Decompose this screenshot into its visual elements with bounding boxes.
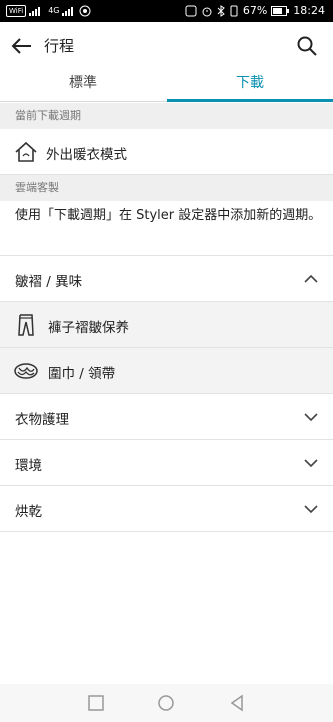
alarm-icon bbox=[202, 7, 212, 16]
signal-icon-2 bbox=[62, 7, 74, 16]
subitem-scarf[interactable]: 圍巾 / 領帶 bbox=[0, 348, 333, 394]
page-title: 行程 bbox=[44, 37, 75, 55]
subitem-pants[interactable]: 褲子褶皺保养 bbox=[0, 302, 333, 348]
home-icon[interactable] bbox=[157, 694, 175, 712]
vibrate-icon bbox=[230, 5, 238, 16]
category-wrinkle-odor[interactable]: 皺褶 / 異味 bbox=[0, 256, 333, 302]
category-label: 衣物護理 bbox=[15, 412, 69, 428]
tab-download[interactable]: 下載 bbox=[167, 68, 333, 102]
chevron-down-icon[interactable] bbox=[303, 501, 319, 517]
cloud-description: 使用「下載週期」在 Styler 設定器中添加新的週期。 bbox=[15, 208, 322, 223]
nfc-icon bbox=[185, 5, 197, 16]
category-label: 皺褶 / 異味 bbox=[15, 274, 83, 290]
network-type: 4G bbox=[48, 6, 60, 15]
system-nav-bar bbox=[0, 684, 333, 722]
current-cycle-label: 外出暖衣模式 bbox=[46, 147, 127, 163]
chevron-down-icon[interactable] bbox=[303, 455, 319, 471]
wifi-call-indicator: WiFi bbox=[6, 4, 27, 17]
category-label: 烘乾 bbox=[15, 504, 42, 520]
tab-standard[interactable]: 標準 bbox=[0, 68, 166, 102]
house-icon bbox=[15, 141, 37, 162]
cloud-custom-header: 雲端客製 bbox=[0, 175, 333, 201]
chevron-down-icon[interactable] bbox=[303, 409, 319, 425]
back-arrow-icon[interactable] bbox=[10, 34, 34, 58]
current-cycle-item[interactable]: 外出暖衣模式 bbox=[0, 129, 333, 175]
hotspot-icon bbox=[79, 5, 91, 16]
selected-tab-indicator bbox=[167, 99, 333, 102]
current-cycle-header: 當前下載週期 bbox=[0, 103, 333, 129]
category-drying[interactable]: 烘乾 bbox=[0, 486, 333, 532]
scarf-icon bbox=[14, 363, 38, 379]
back-nav-icon[interactable] bbox=[228, 694, 246, 712]
chevron-up-icon[interactable] bbox=[303, 271, 319, 287]
pants-icon bbox=[18, 314, 34, 336]
battery-icon bbox=[271, 5, 290, 16]
subitem-label: 褲子褶皺保养 bbox=[48, 320, 129, 336]
battery-percent: 67% bbox=[242, 4, 268, 17]
category-environment[interactable]: 環境 bbox=[0, 440, 333, 486]
bluetooth-icon bbox=[217, 4, 225, 17]
subitem-label: 圍巾 / 領帶 bbox=[48, 366, 116, 382]
category-label: 環境 bbox=[15, 458, 42, 474]
signal-icon bbox=[29, 7, 41, 16]
clock: 18:24 bbox=[293, 4, 325, 17]
recent-apps-icon[interactable] bbox=[87, 694, 105, 712]
status-bar: WiFi 4G 67% 18:24 bbox=[0, 0, 333, 22]
search-icon[interactable] bbox=[295, 34, 319, 58]
app-bar: 行程 bbox=[0, 22, 333, 68]
category-garment-care[interactable]: 衣物護理 bbox=[0, 394, 333, 440]
tab-bar: 標準 下載 bbox=[0, 68, 333, 102]
